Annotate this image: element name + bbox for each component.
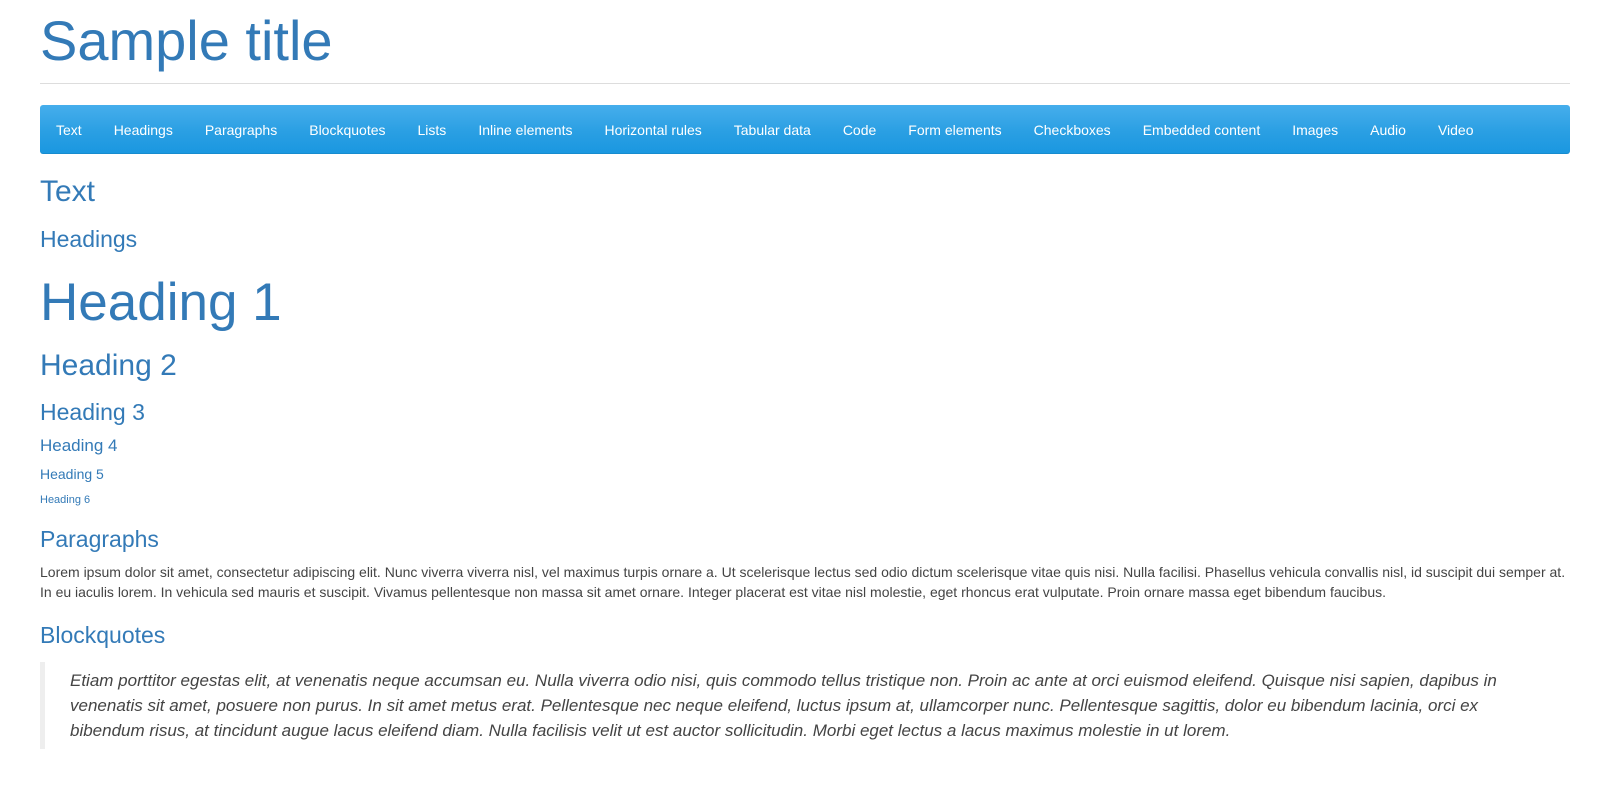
nav-item-blockquotes[interactable]: Blockquotes — [293, 120, 401, 140]
nav-item-headings[interactable]: Headings — [98, 120, 189, 140]
nav-item-images[interactable]: Images — [1276, 120, 1354, 140]
heading-5-sample: Heading 5 — [40, 466, 104, 482]
section-title-blockquotes: Blockquotes — [40, 622, 166, 648]
site-title: Sample title — [40, 9, 333, 72]
heading-3-sample: Heading 3 — [40, 399, 145, 425]
heading-6-sample: Heading 6 — [40, 494, 91, 506]
blockquote-text: Etiam porttitor egestas elit, at venenat… — [40, 662, 1570, 749]
nav-item-checkboxes[interactable]: Checkboxes — [1018, 120, 1127, 140]
main-navbar: Text Headings Paragraphs Blockquotes Lis… — [40, 105, 1570, 154]
section-title-paragraphs: Paragraphs — [40, 526, 159, 552]
nav-item-code[interactable]: Code — [827, 120, 892, 140]
nav-item-video[interactable]: Video — [1422, 120, 1490, 140]
nav-item-text[interactable]: Text — [40, 120, 98, 140]
nav-item-inline-elements[interactable]: Inline elements — [462, 120, 588, 140]
heading-2-sample: Heading 2 — [40, 349, 177, 382]
section-title-headings: Headings — [40, 226, 138, 252]
nav-item-audio[interactable]: Audio — [1354, 120, 1422, 140]
page-container: Sample title Text Headings Paragraphs Bl… — [40, 0, 1570, 749]
heading-1-sample: Heading 1 — [40, 273, 282, 332]
nav-item-tabular-data[interactable]: Tabular data — [718, 120, 827, 140]
paragraph-text: Lorem ipsum dolor sit amet, consectetur … — [40, 564, 1566, 600]
nav-item-form-elements[interactable]: Form elements — [892, 120, 1017, 140]
main-content: Text Headings Heading 1 Heading 2 Headin… — [40, 170, 1570, 749]
section-title-text: Text — [40, 175, 96, 208]
nav-item-paragraphs[interactable]: Paragraphs — [189, 120, 293, 140]
title-divider — [40, 83, 1570, 84]
nav-item-embedded-content[interactable]: Embedded content — [1127, 120, 1277, 140]
nav-item-lists[interactable]: Lists — [402, 120, 463, 140]
nav-item-horizontal-rules[interactable]: Horizontal rules — [588, 120, 717, 140]
heading-4-sample: Heading 4 — [40, 436, 118, 455]
